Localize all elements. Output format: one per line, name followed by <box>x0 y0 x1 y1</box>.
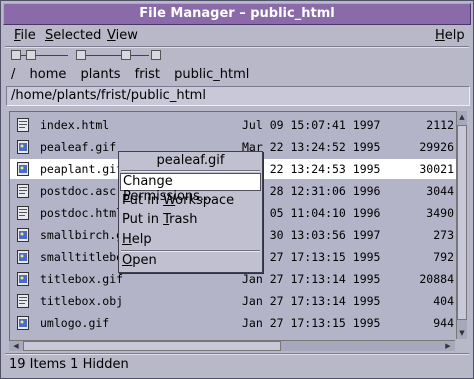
context-menu-separator <box>121 250 260 252</box>
file-date: Jan 27 17:13:14 1995 <box>242 294 381 308</box>
plants-folder-icon[interactable] <box>76 50 86 60</box>
file-size: 792 <box>433 250 454 264</box>
window-title: File Manager – public_html <box>139 6 335 21</box>
change-permissions-item[interactable]: Change Permissions... <box>120 173 261 204</box>
file-row[interactable]: titlebox.obj Jan 27 17:13:14 1995 404 <box>10 291 456 311</box>
menu-view-label: iew <box>115 28 138 43</box>
scroll-left-arrow-icon[interactable]: ◀ <box>10 341 22 351</box>
menu-selected-label: elected <box>53 28 102 43</box>
file-name: titlebox.gif <box>40 272 124 286</box>
breadcrumb-frist[interactable]: frist <box>135 67 160 82</box>
path-field-value: /home/plants/frist/public_html <box>11 88 206 103</box>
file-date: Jul 09 15:07:41 1997 <box>242 118 381 132</box>
menu-help-mnemonic: H <box>435 28 445 43</box>
gif-image-icon <box>17 228 29 242</box>
file-name: postdoc.asc <box>40 184 117 198</box>
root-folder-icon[interactable] <box>11 50 21 60</box>
breadcrumb-public-html[interactable]: public_html <box>174 67 249 82</box>
object-file-icon <box>17 294 29 308</box>
context-menu-header: pealeaf.gif <box>156 153 225 168</box>
title-bar[interactable]: File Manager – public_html <box>3 3 471 25</box>
put-in-workspace-label: Put in <box>122 193 164 208</box>
file-name: umlogo.gif <box>40 316 110 330</box>
gif-image-icon <box>17 140 29 154</box>
menu-separator <box>5 46 469 48</box>
file-row[interactable]: umlogo.gif Jan 27 17:13:15 1995 944 <box>10 313 456 333</box>
menu-help[interactable]: Help <box>435 28 465 43</box>
scroll-right-arrow-icon[interactable]: ▶ <box>442 341 454 351</box>
text-doc-icon <box>17 184 29 198</box>
put-in-workspace-mnemonic: W <box>163 193 176 208</box>
horizontal-scroll-thumb[interactable] <box>23 341 281 351</box>
frist-folder-icon[interactable] <box>121 50 131 60</box>
change-permissions-label: Change <box>123 174 173 189</box>
file-size: 29926 <box>419 140 454 154</box>
file-name: peaplant.gif <box>40 162 124 176</box>
gif-image-icon <box>17 162 29 176</box>
help-item[interactable]: Help <box>122 232 152 247</box>
file-size: 944 <box>433 316 454 330</box>
scroll-down-arrow-icon[interactable]: ▼ <box>457 328 467 338</box>
menu-view-mnemonic: V <box>107 28 116 43</box>
help-mnemonic: H <box>122 232 132 247</box>
menu-view[interactable]: View <box>107 28 138 43</box>
put-in-workspace-label-rest: orkspace <box>175 193 235 208</box>
path-connector <box>36 55 68 56</box>
file-name: titlebox.obj <box>40 294 124 308</box>
status-text: 19 Items 1 Hidden <box>9 357 129 372</box>
menu-file-label: ile <box>20 28 36 43</box>
menu-selected[interactable]: Selected <box>45 28 101 43</box>
home-folder-icon[interactable] <box>26 50 36 60</box>
path-connector <box>86 55 121 56</box>
menu-file[interactable]: File <box>14 28 36 43</box>
breadcrumb: / home plants frist public_html <box>11 67 259 83</box>
public-html-folder-icon[interactable] <box>151 50 161 60</box>
gif-image-icon <box>17 250 29 264</box>
breadcrumb-plants[interactable]: plants <box>81 67 121 82</box>
context-menu-separator <box>121 170 260 172</box>
put-in-trash-item[interactable]: Put in Trash <box>122 212 197 227</box>
menu-bar: File Selected View Help <box>3 26 471 46</box>
help-label: elp <box>131 232 152 247</box>
breadcrumb-root[interactable]: / <box>11 67 15 82</box>
put-in-trash-label-rest: rash <box>169 212 198 227</box>
gif-image-icon <box>17 272 29 286</box>
file-row[interactable]: index.html Jul 09 15:07:41 1997 2112 <box>10 115 456 135</box>
file-size: 20884 <box>419 272 454 286</box>
file-manager-window: File Manager – public_html File Selected… <box>0 0 474 379</box>
context-menu: pealeaf.gif Change Permissions... Put in… <box>118 151 263 273</box>
open-mnemonic: O <box>122 253 133 268</box>
menu-help-label: elp <box>444 28 465 43</box>
put-in-workspace-item[interactable]: Put in Workspace <box>122 193 234 208</box>
file-size: 30021 <box>419 162 454 176</box>
file-size: 3044 <box>426 184 454 198</box>
html-doc-icon <box>17 206 29 220</box>
open-label: pen <box>132 253 157 268</box>
file-size: 273 <box>433 228 454 242</box>
breadcrumb-home[interactable]: home <box>30 67 67 82</box>
vertical-scrollbar[interactable]: ▲ ▼ <box>456 111 467 339</box>
file-date: Jan 27 17:13:15 1995 <box>242 316 381 330</box>
file-name: index.html <box>40 118 110 132</box>
html-doc-icon <box>17 118 29 132</box>
file-size: 3490 <box>426 206 454 220</box>
gif-image-icon <box>17 316 29 330</box>
horizontal-scrollbar[interactable]: ◀ ▶ <box>9 340 455 351</box>
path-field[interactable]: /home/plants/frist/public_html <box>6 86 470 106</box>
status-separator <box>5 353 469 355</box>
file-date: Jan 27 17:13:14 1995 <box>242 272 381 286</box>
path-icon-bar <box>11 49 171 63</box>
file-name: pealeaf.gif <box>40 140 117 154</box>
path-connector <box>131 55 149 56</box>
scroll-up-arrow-icon[interactable]: ▲ <box>457 112 467 122</box>
put-in-trash-label: Put in <box>122 212 164 227</box>
open-item[interactable]: Open <box>122 253 157 268</box>
file-size: 404 <box>433 294 454 308</box>
file-size: 2112 <box>426 118 454 132</box>
file-name: postdoc.html <box>40 206 124 220</box>
vertical-scroll-thumb[interactable] <box>457 125 467 320</box>
